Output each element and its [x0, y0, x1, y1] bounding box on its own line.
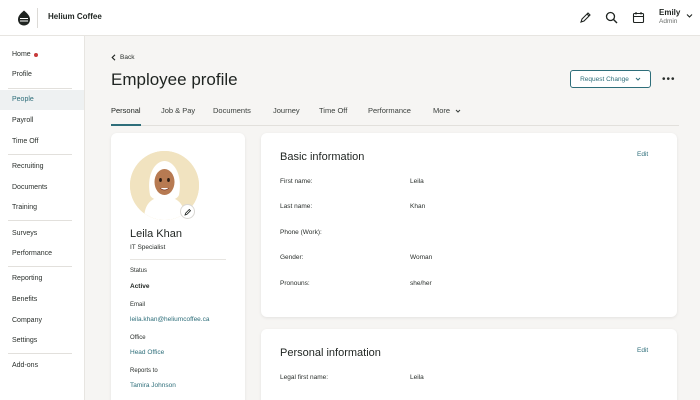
employee-job-title: IT Specialist [130, 244, 166, 251]
calendar-icon[interactable] [632, 11, 645, 24]
sidebar-item-time-off[interactable]: Time Off [0, 132, 84, 152]
brand-divider [37, 8, 38, 28]
basic-information-title: Basic information [280, 151, 365, 163]
notification-dot [34, 53, 38, 57]
more-options-button[interactable]: ••• [662, 74, 676, 85]
sidebar-item-training[interactable]: Training [0, 198, 84, 218]
status-value: Active [130, 283, 150, 290]
brand-name: Helium Coffee [48, 12, 102, 21]
page-title: Employee profile [111, 70, 238, 89]
office-label: Office [130, 335, 146, 341]
tab-journey[interactable]: Journey [273, 106, 300, 126]
pronouns-label: Pronouns: [280, 280, 310, 287]
user-role: Admin [659, 18, 678, 25]
reports-to-link[interactable]: Tamira Johnson [130, 382, 176, 389]
tab-job-pay[interactable]: Job & Pay [161, 106, 195, 126]
sidebar-item-settings[interactable]: Settings [0, 331, 84, 351]
gender-label: Gender: [280, 254, 304, 261]
sidebar-item-company[interactable]: Company [0, 311, 84, 331]
sidebar-divider [8, 353, 72, 354]
pronouns-value: she/her [410, 280, 432, 287]
employee-name: Leila Khan [130, 228, 182, 240]
email-label: Email [130, 302, 146, 308]
user-name[interactable]: Emily [659, 8, 680, 17]
sidebar-item-surveys[interactable]: Surveys [0, 224, 84, 244]
sidebar-item-documents[interactable]: Documents [0, 178, 84, 198]
sidebar-item-payroll[interactable]: Payroll [0, 111, 84, 131]
top-bar: Helium Coffee Emily Admin [0, 0, 700, 36]
gender-value: Woman [410, 254, 433, 261]
sidebar-item-reporting[interactable]: Reporting [0, 269, 84, 289]
search-icon[interactable] [605, 11, 618, 24]
sidebar: Home Profile People Payroll Time Off Rec… [0, 36, 85, 400]
basic-information-card: Basic information Edit First name: Leila… [261, 133, 677, 317]
tab-documents[interactable]: Documents [213, 106, 251, 126]
legal-first-name-label: Legal first name: [280, 374, 329, 381]
sidebar-divider [8, 220, 72, 221]
tab-time-off[interactable]: Time Off [319, 106, 347, 126]
last-name-label: Last name: [280, 203, 313, 210]
pencil-icon [183, 208, 191, 216]
tab-more[interactable]: More [433, 106, 461, 126]
sidebar-item-benefits[interactable]: Benefits [0, 290, 84, 310]
chevron-down-icon [455, 109, 461, 113]
tab-personal[interactable]: Personal [111, 106, 141, 126]
sidebar-item-recruiting[interactable]: Recruiting [0, 157, 84, 177]
chevron-down-icon [635, 77, 641, 81]
sidebar-item-performance[interactable]: Performance [0, 244, 84, 264]
basic-information-edit-link[interactable]: Edit [637, 151, 648, 158]
chevron-left-icon [111, 54, 116, 61]
back-link[interactable]: Back [111, 54, 134, 61]
chevron-down-icon[interactable] [686, 12, 693, 19]
sidebar-divider [8, 266, 72, 267]
avatar-edit-button[interactable] [180, 204, 195, 219]
tab-performance[interactable]: Performance [368, 106, 411, 126]
first-name-value: Leila [410, 178, 424, 185]
sidebar-item-people[interactable]: People [0, 90, 84, 110]
reports-to-label: Reports to [130, 368, 158, 374]
email-link[interactable]: leila.khan@heliumcoffee.ca [130, 316, 209, 323]
profile-divider [130, 259, 226, 260]
personal-information-card: Personal information Edit Legal first na… [261, 329, 677, 400]
sidebar-item-home[interactable]: Home [0, 45, 84, 65]
sidebar-divider [8, 154, 72, 155]
profile-tabs: Personal Job & Pay Documents Journey Tim… [111, 102, 679, 126]
request-change-button[interactable]: Request Change [570, 70, 651, 88]
phone-work-label: Phone (Work): [280, 229, 322, 236]
legal-first-name-value: Leila [410, 374, 424, 381]
sidebar-item-add-ons[interactable]: Add-ons [0, 356, 84, 376]
personal-information-title: Personal information [280, 347, 381, 359]
sidebar-divider [8, 88, 72, 89]
first-name-label: First name: [280, 178, 313, 185]
office-link[interactable]: Head Office [130, 349, 164, 356]
personal-information-edit-link[interactable]: Edit [637, 347, 648, 354]
pencil-icon[interactable] [579, 11, 592, 24]
last-name-value: Khan [410, 203, 426, 210]
helium-logo-icon[interactable] [17, 10, 31, 26]
sidebar-item-profile[interactable]: Profile [0, 65, 84, 85]
status-label: Status [130, 268, 148, 274]
